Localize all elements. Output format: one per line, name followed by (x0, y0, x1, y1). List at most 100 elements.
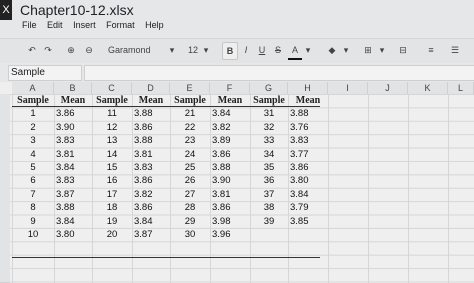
underline-button[interactable]: U (256, 42, 268, 58)
fill-color-icon[interactable]: ◆ (324, 42, 340, 58)
row-header[interactable] (0, 187, 10, 203)
table-cell[interactable]: 3.79 (290, 201, 326, 214)
bold-button[interactable]: B (222, 42, 238, 60)
table-cell[interactable]: 3.86 (290, 161, 326, 174)
table-cell[interactable]: 14 (94, 148, 130, 161)
table-cell[interactable]: 3.80 (56, 228, 90, 241)
menu-format[interactable]: Format (106, 20, 135, 30)
row-header[interactable] (0, 120, 10, 136)
menu-edit[interactable]: Edit (47, 20, 63, 30)
chevron-down-icon[interactable]: ▾ (168, 42, 176, 58)
table-cell[interactable]: 26 (172, 174, 208, 187)
table-cell[interactable]: 27 (172, 188, 208, 201)
table-cell[interactable]: 34 (252, 148, 286, 161)
table-cell[interactable]: 17 (94, 188, 130, 201)
table-cell[interactable]: 3.76 (290, 121, 326, 134)
table-cell[interactable]: 8 (14, 201, 52, 214)
table-cell[interactable]: 30 (172, 228, 208, 241)
table-cell[interactable]: 3.83 (56, 174, 90, 187)
table-cell[interactable]: 3.83 (56, 134, 90, 147)
table-cell[interactable]: 38 (252, 201, 286, 214)
merge-cells-icon[interactable]: ⊟ (394, 42, 412, 58)
spreadsheet-grid[interactable]: ABCDEFGHIJKL Sample Mean Sample Mean Sample M… (0, 82, 474, 283)
row-header[interactable] (0, 174, 10, 189)
chevron-down-icon[interactable]: ▾ (378, 42, 386, 58)
table-cell[interactable]: 29 (172, 215, 208, 228)
formula-bar[interactable] (84, 65, 474, 81)
wrap-text-icon[interactable]: ≡ (424, 42, 438, 58)
table-cell[interactable]: 33 (252, 134, 286, 147)
table-cell[interactable]: 3.86 (134, 201, 168, 214)
row-header[interactable] (0, 107, 10, 122)
table-cell[interactable]: 39 (252, 215, 286, 228)
undo-icon[interactable]: ↶ (24, 42, 40, 58)
column-header-f[interactable]: F (210, 82, 250, 94)
table-cell[interactable]: 19 (94, 215, 130, 228)
table-cell[interactable]: 20 (94, 228, 130, 241)
table-cell[interactable]: 7 (14, 188, 52, 201)
table-cell[interactable]: 3.90 (56, 121, 90, 134)
table-cell[interactable]: 3.82 (212, 121, 248, 134)
column-header-l[interactable]: L (448, 82, 474, 94)
column-header-a[interactable]: A (12, 82, 54, 94)
table-cell[interactable]: 18 (94, 201, 130, 214)
zoom-in-icon[interactable]: ⊕ (64, 42, 78, 58)
table-cell[interactable]: 12 (94, 121, 130, 134)
table-cell[interactable]: 24 (172, 148, 208, 161)
table-cell[interactable]: 35 (252, 161, 286, 174)
table-cell[interactable]: 3.89 (212, 134, 248, 147)
row-header[interactable] (0, 94, 10, 109)
align-icon[interactable]: ☰ (448, 42, 462, 58)
table-cell[interactable]: 32 (252, 121, 286, 134)
table-cell[interactable]: 9 (14, 215, 52, 228)
column-header-g[interactable]: G (250, 82, 288, 94)
row-header[interactable] (0, 161, 10, 176)
table-cell[interactable]: 1 (14, 107, 52, 120)
column-header-k[interactable]: K (408, 82, 448, 94)
table-cell[interactable]: 3.84 (134, 215, 168, 228)
table-cell[interactable]: 21 (172, 107, 208, 120)
row-header[interactable] (0, 134, 10, 149)
zoom-out-icon[interactable]: ⊖ (82, 42, 96, 58)
table-cell[interactable]: 3.77 (290, 148, 326, 161)
table-cell[interactable]: 10 (14, 228, 52, 241)
table-cell[interactable]: 3.81 (56, 148, 90, 161)
table-cell[interactable]: 3.84 (56, 215, 90, 228)
row-header[interactable] (0, 241, 10, 256)
table-cell[interactable]: 22 (172, 121, 208, 134)
table-cell[interactable]: 3.88 (134, 134, 168, 147)
table-cell[interactable]: 3.80 (290, 174, 326, 187)
borders-icon[interactable]: ⊞ (360, 42, 376, 58)
chevron-down-icon[interactable]: ▾ (304, 42, 312, 58)
table-cell[interactable]: 6 (14, 174, 52, 187)
table-cell[interactable]: 3.88 (56, 201, 90, 214)
table-cell[interactable]: 3.88 (290, 107, 326, 120)
font-color-button[interactable]: A (288, 42, 302, 60)
table-cell[interactable]: 3.83 (134, 161, 168, 174)
column-header-c[interactable]: C (92, 82, 132, 94)
table-cell[interactable]: 36 (252, 174, 286, 187)
table-cell[interactable]: 3.84 (212, 107, 248, 120)
table-cell[interactable]: 31 (252, 107, 286, 120)
table-cell[interactable]: 3.86 (212, 148, 248, 161)
column-header-j[interactable]: J (368, 82, 408, 94)
font-select[interactable]: Garamond (108, 42, 170, 58)
row-header[interactable] (0, 201, 10, 216)
table-cell[interactable]: 3.82 (134, 188, 168, 201)
table-cell[interactable]: 3.86 (212, 201, 248, 214)
table-cell[interactable]: 3.81 (134, 148, 168, 161)
column-header-d[interactable]: D (132, 82, 170, 94)
row-header[interactable] (0, 214, 10, 229)
chevron-down-icon[interactable]: ▾ (342, 42, 350, 58)
table-cell[interactable]: 3.87 (134, 228, 168, 241)
column-header-i[interactable]: I (328, 82, 368, 94)
table-cell[interactable]: 3.86 (56, 107, 90, 120)
table-cell[interactable]: 3.84 (290, 188, 326, 201)
row-header[interactable] (0, 228, 10, 243)
table-cell[interactable]: 16 (94, 174, 130, 187)
table-cell[interactable]: 4 (14, 148, 52, 161)
table-cell[interactable]: 25 (172, 161, 208, 174)
menu-insert[interactable]: Insert (73, 20, 96, 30)
column-header-h[interactable]: H (288, 82, 328, 94)
name-box[interactable]: Sample (8, 65, 82, 81)
